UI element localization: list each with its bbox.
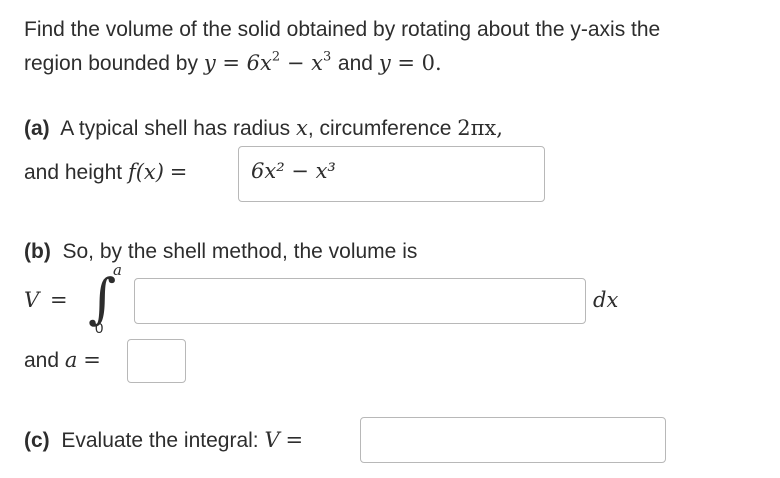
part-b-text: So, by the shell method, the volume is bbox=[62, 240, 418, 263]
height-line: and height f(x) = bbox=[24, 160, 187, 185]
eq-term-1: 6x bbox=[246, 51, 272, 75]
a-var: a bbox=[64, 348, 78, 372]
part-a-line: (a) A typical shell has radius x, circum… bbox=[24, 116, 503, 141]
part-c-label: (c) bbox=[24, 429, 50, 452]
problem-line-1: Find the volume of the solid obtained by… bbox=[24, 18, 660, 42]
problem-line-2: region bounded by y = 6x2 − x3 and y = 0… bbox=[24, 49, 442, 76]
height-answer-value: 6x² − x³ bbox=[251, 159, 336, 183]
eq2-value: 0. bbox=[421, 51, 442, 75]
equation-axis: y = 0. bbox=[378, 51, 442, 75]
V-equals: = bbox=[50, 288, 68, 312]
f-expr: f(x) bbox=[127, 160, 164, 184]
part-b-label: (b) bbox=[24, 240, 51, 263]
circ-label: , circumference bbox=[307, 117, 452, 140]
radius-var: x bbox=[296, 116, 308, 140]
exp-3: 3 bbox=[322, 49, 332, 65]
lower-limit: 0 bbox=[95, 320, 104, 337]
V-label: V bbox=[24, 288, 40, 312]
a-prefix: and bbox=[24, 349, 60, 372]
part-a-label: (a) bbox=[24, 117, 50, 140]
eq2-y-var: y bbox=[378, 51, 391, 75]
part-c-equals: = bbox=[285, 428, 304, 452]
part-a-text: A typical shell has radius bbox=[60, 117, 291, 140]
a-value-field[interactable] bbox=[127, 339, 186, 383]
a-equals: = bbox=[83, 348, 101, 372]
upper-limit: a bbox=[113, 261, 122, 279]
part-c-text: Evaluate the integral: bbox=[61, 429, 259, 452]
volume-answer-field[interactable] bbox=[360, 417, 666, 463]
integrand-field[interactable] bbox=[134, 278, 586, 324]
part-c-V: V bbox=[264, 428, 280, 452]
height-label: and height bbox=[24, 161, 123, 184]
eq-y-var: y bbox=[203, 51, 216, 75]
a-line: and a = bbox=[24, 348, 101, 373]
height-answer-field[interactable]: 6x² − x³ bbox=[238, 146, 545, 202]
problem-text-1: Find the volume of the solid obtained by… bbox=[24, 18, 661, 41]
problem-text-2: region bounded by bbox=[24, 52, 198, 75]
eq-term-2: x bbox=[311, 51, 323, 75]
connector-and: and bbox=[337, 52, 373, 75]
dx-label: dx bbox=[593, 288, 619, 312]
part-b-line: (b) So, by the shell method, the volume … bbox=[24, 240, 417, 264]
part-c-line: (c) Evaluate the integral: V = bbox=[24, 428, 303, 453]
circ-value: 2πx, bbox=[457, 116, 503, 140]
height-equals: = bbox=[169, 160, 188, 184]
equation-curve: y = 6x2 − x3 bbox=[203, 49, 332, 75]
integral-sign: ∫ bbox=[88, 267, 117, 330]
exp-2: 2 bbox=[271, 49, 281, 65]
